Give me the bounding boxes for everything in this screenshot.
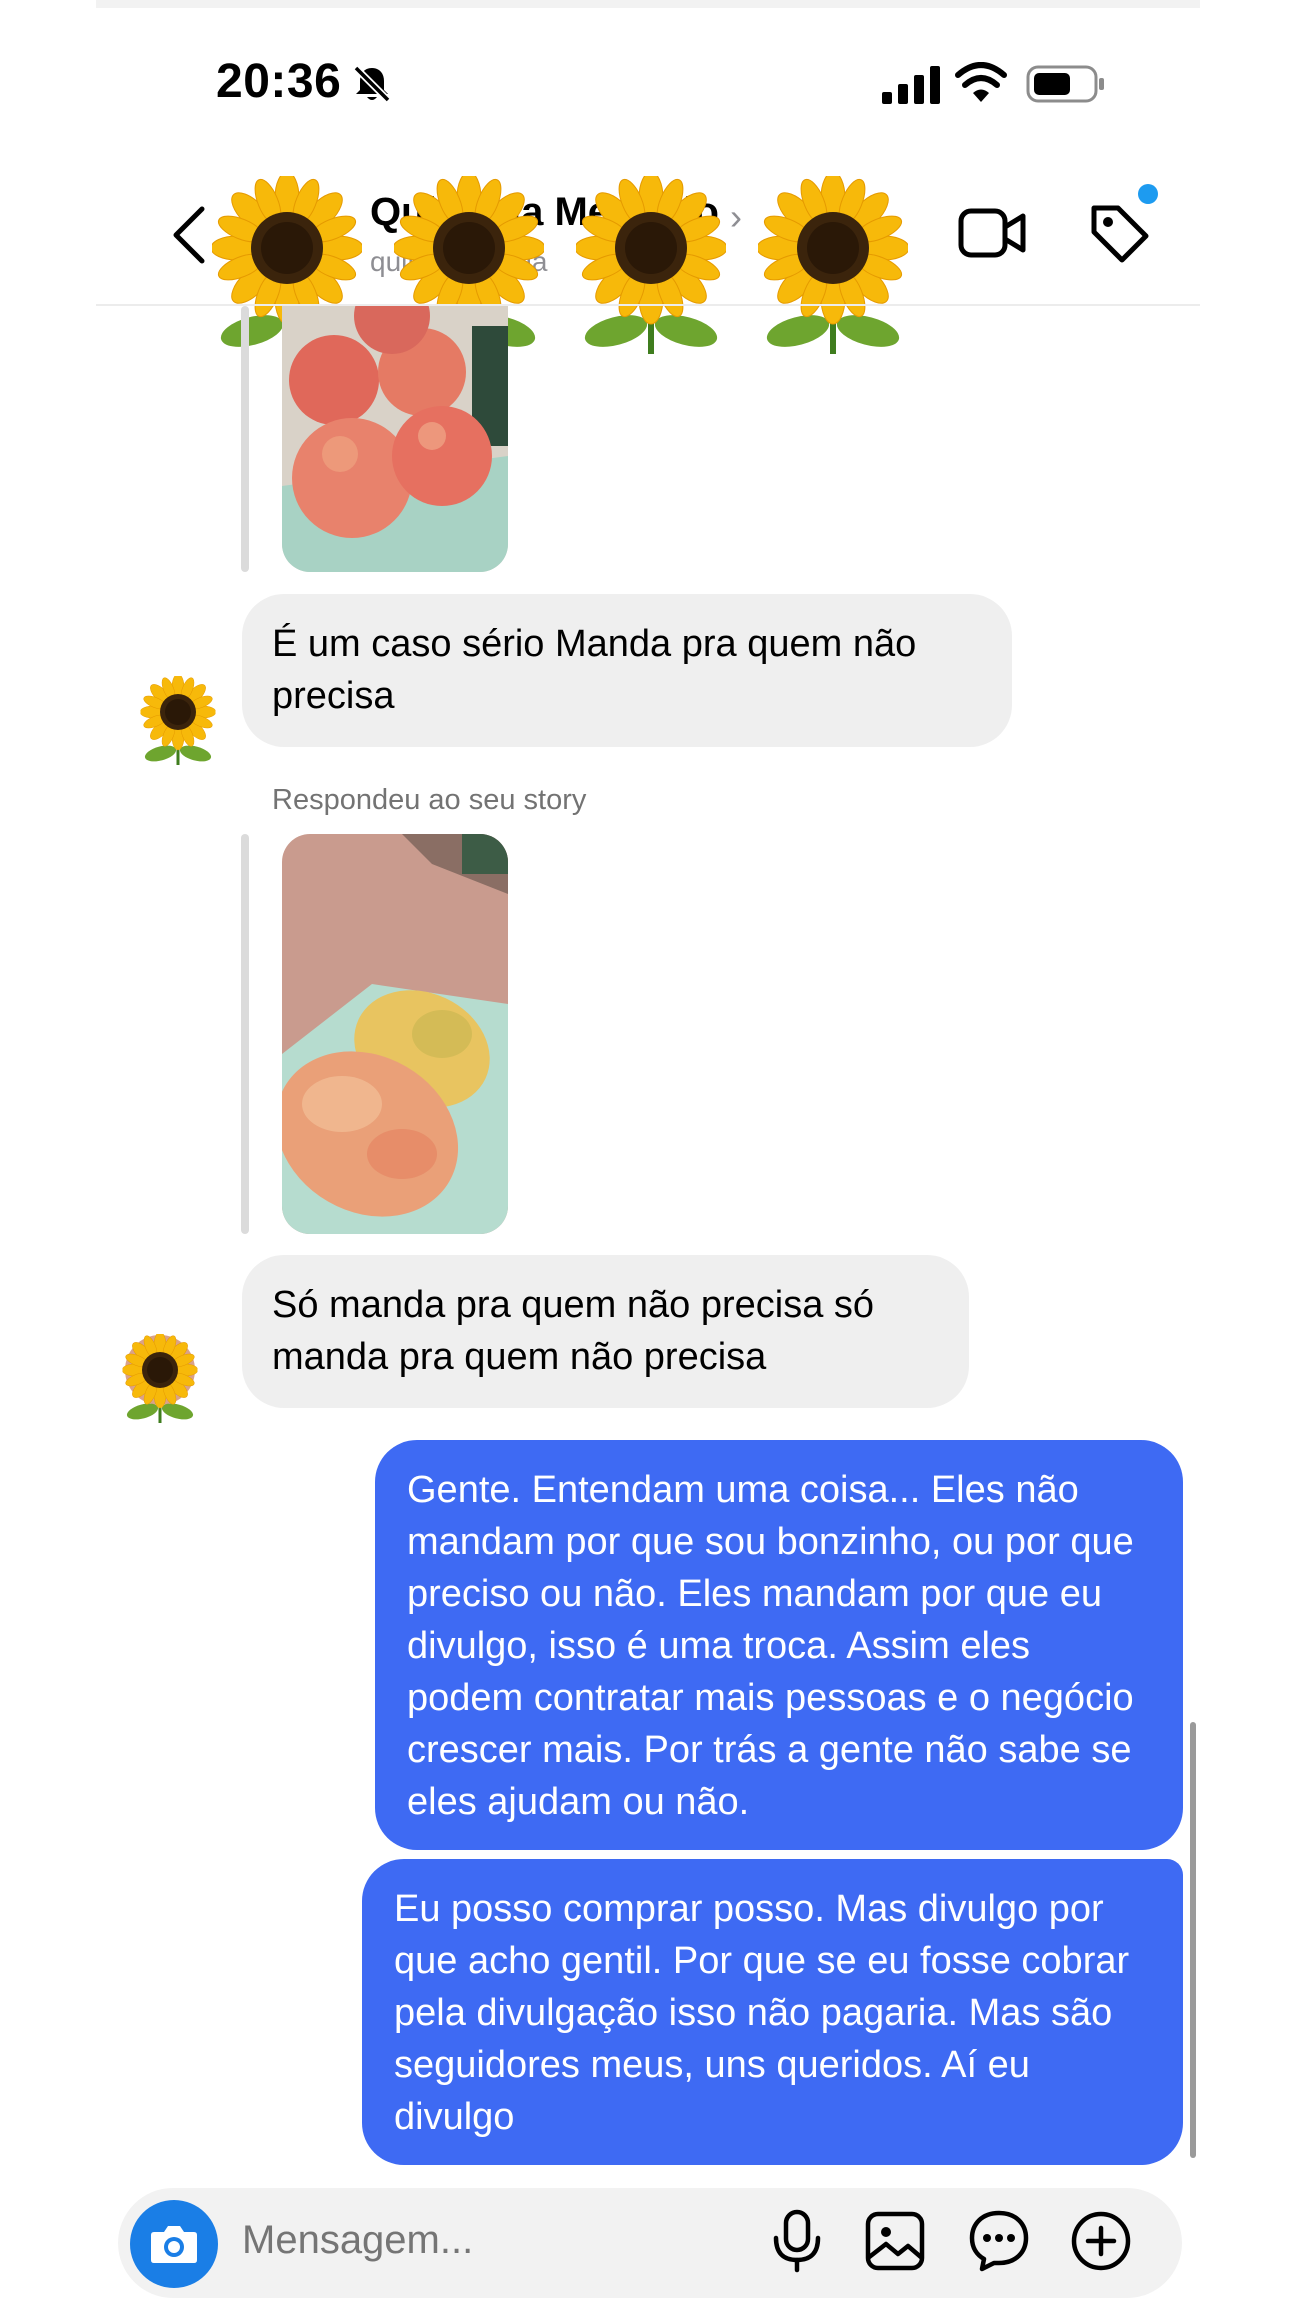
story-media-apples[interactable] — [282, 306, 508, 572]
header-divider — [96, 304, 1200, 306]
bell-slash-icon — [353, 65, 391, 103]
incoming-message[interactable]: Só manda pra quem não precisa só manda p… — [242, 1255, 969, 1408]
top-edge — [96, 0, 1200, 8]
contact-avatar[interactable] — [120, 1334, 200, 1424]
contact-avatar[interactable] — [138, 676, 218, 766]
sunflower-sticker — [576, 176, 726, 356]
video-call-icon[interactable] — [958, 203, 1026, 263]
reply-indicator-bar — [241, 834, 249, 1234]
camera-icon — [151, 2226, 197, 2263]
signal-icon — [882, 66, 940, 104]
notification-dot — [1138, 184, 1158, 204]
sticker-icon[interactable] — [968, 2208, 1030, 2274]
wifi-icon — [955, 62, 1007, 102]
status-time: 20:36 — [216, 55, 342, 108]
sunflower-sticker — [758, 176, 908, 356]
microphone-icon[interactable] — [766, 2208, 828, 2274]
battery-icon — [1026, 65, 1104, 103]
outgoing-message[interactable]: Eu posso comprar posso. Mas divulgo por … — [362, 1859, 1183, 2165]
message-input[interactable] — [242, 2218, 722, 2263]
outgoing-message[interactable]: Gente. Entendam uma coisa... Eles não ma… — [375, 1440, 1183, 1850]
plus-icon[interactable] — [1070, 2208, 1132, 2274]
tag-icon[interactable] — [1088, 200, 1150, 266]
camera-button[interactable] — [130, 2200, 218, 2288]
back-chevron-icon[interactable] — [166, 205, 212, 265]
scrollbar[interactable] — [1190, 1722, 1196, 2158]
gallery-icon[interactable] — [864, 2208, 926, 2274]
reply-indicator-bar — [241, 306, 249, 572]
chevron-right-icon[interactable]: › — [730, 196, 742, 238]
reply-context-label: Respondeu ao seu story — [272, 784, 587, 816]
story-media-mangoes[interactable] — [282, 834, 508, 1234]
incoming-message[interactable]: É um caso sério Manda pra quem não preci… — [242, 594, 1012, 747]
